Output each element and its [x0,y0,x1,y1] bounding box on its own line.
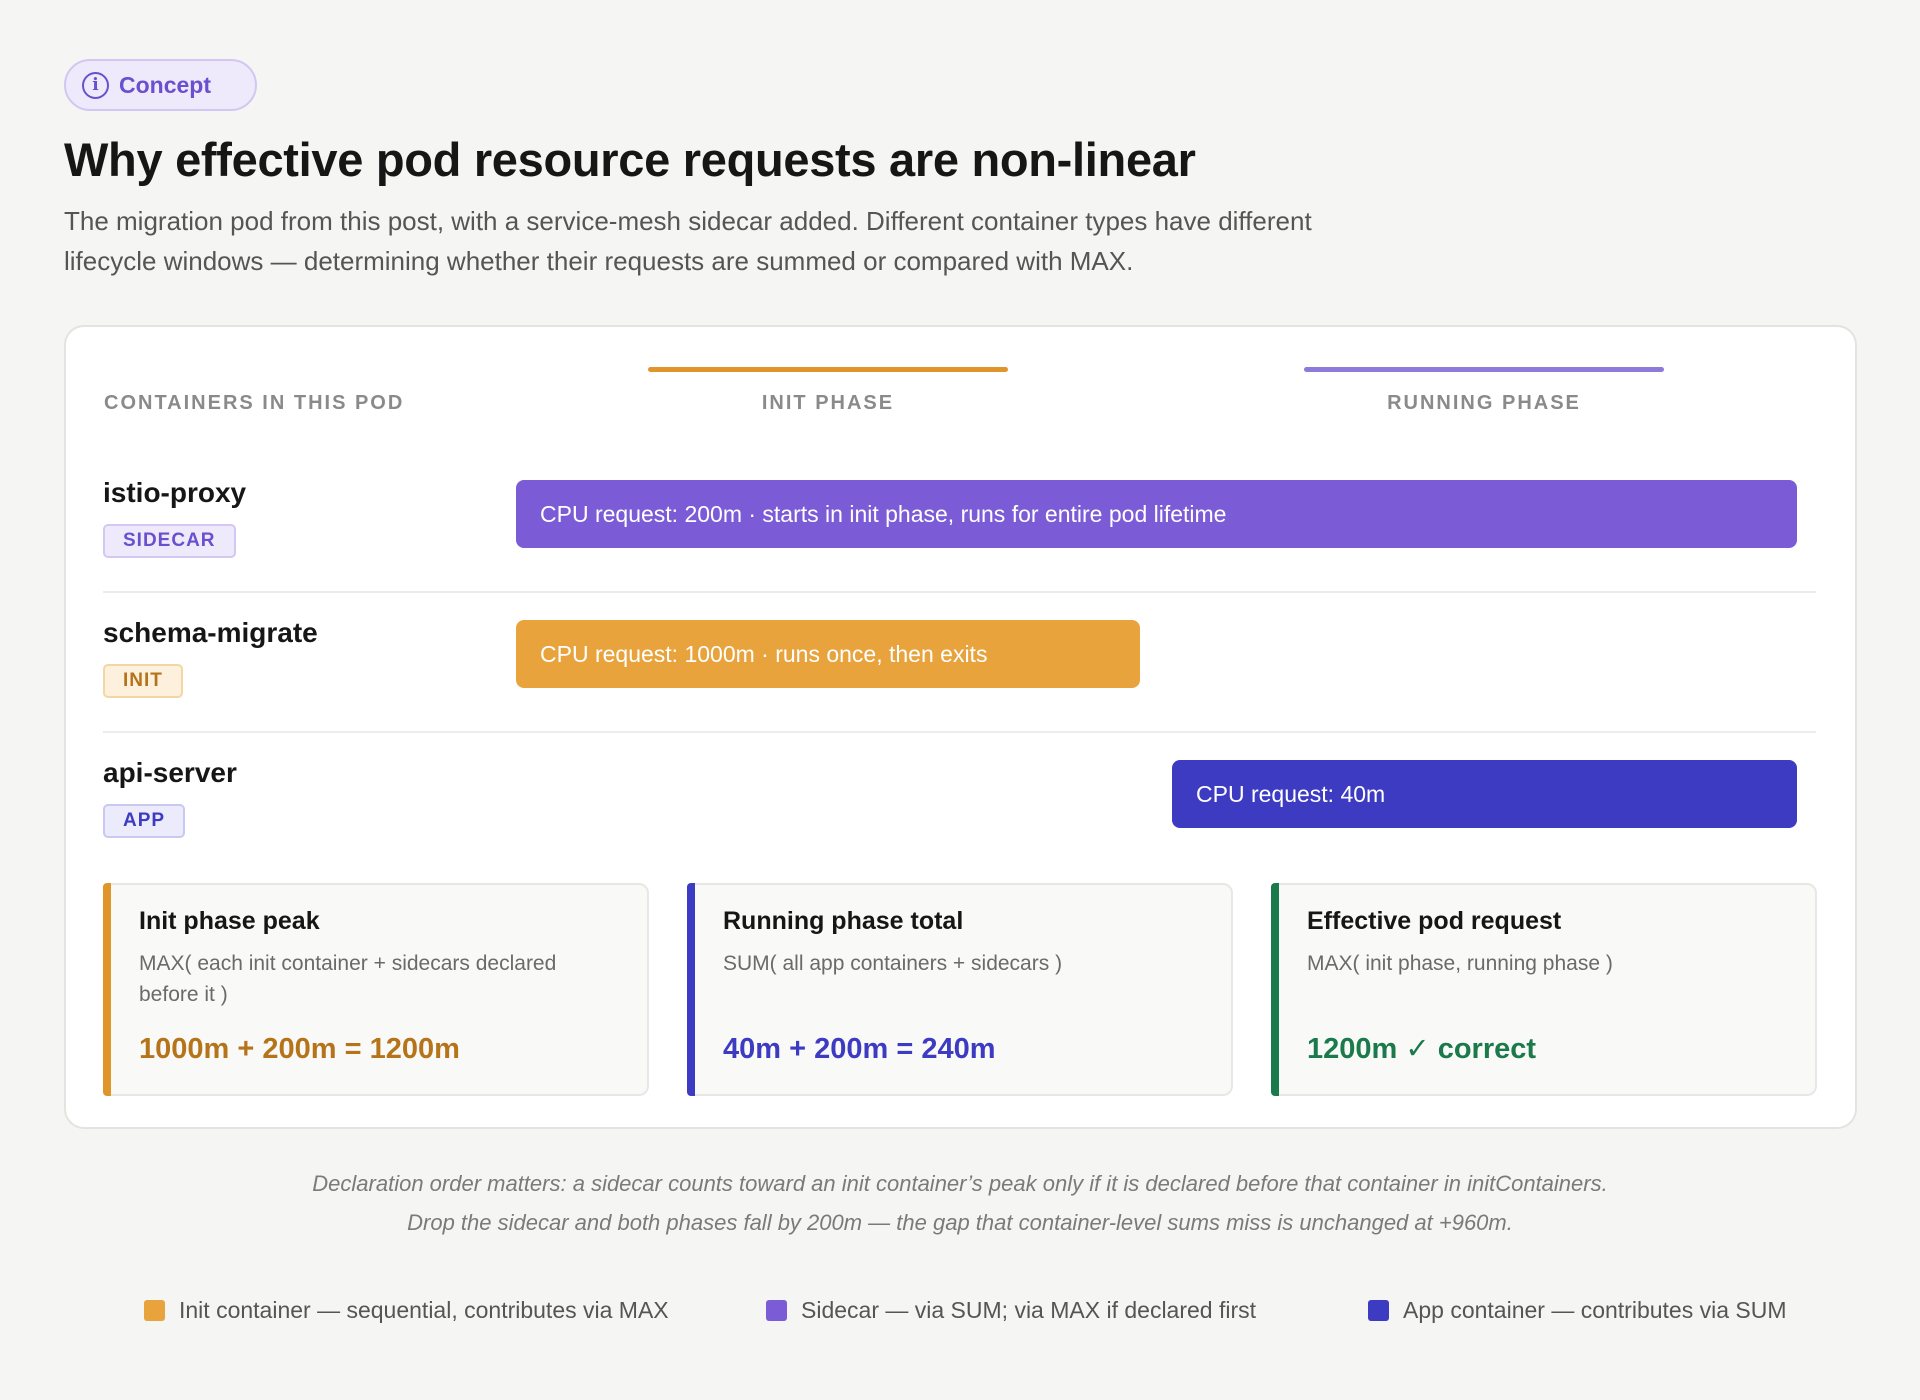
container-name: schema-migrate [103,617,318,648]
column-header-init: INIT PHASE [761,392,895,414]
calc-formula: MAX( each init container + sidecars decl… [139,952,557,1006]
running-phase-line [1304,367,1664,372]
column-header-containers: CONTAINERS IN THIS POD [104,392,405,414]
calc-formula: MAX( init phase, running phase ) [1307,952,1613,975]
legend-label: App container — contributes via SUM [1403,1297,1787,1323]
legend-sidecar: Sidecar — via SUM; via MAX if declared f… [766,1297,1256,1324]
container-name: istio-proxy [103,477,247,508]
row-divider [103,731,1816,733]
note-sidecar-gap: Drop the sidecar and both phases fall by… [407,1210,1513,1235]
container-name: api-server [103,757,237,788]
accent-stripe [1271,883,1279,1096]
calc-result: 1200m ✓ correct [1307,1033,1537,1065]
app-tag: APP [103,804,186,838]
app-swatch [1368,1300,1389,1321]
accent-stripe [103,883,111,1096]
init-phase-peak-box: Init phase peak MAX( each init container… [103,883,649,1096]
concept-badge: i Concept [64,59,257,111]
init-swatch [144,1300,165,1321]
note-declaration-order: Declaration order matters: a sidecar cou… [312,1171,1608,1196]
running-phase-total-box: Running phase total SUM( all app contain… [687,883,1233,1096]
calc-result: 40m + 200m = 240m [723,1033,996,1065]
legend-label: Init container — sequential, contributes… [179,1297,669,1323]
accent-stripe [687,883,695,1096]
calc-title: Running phase total [723,907,964,935]
calc-title: Effective pod request [1307,907,1562,935]
effective-pod-request-box: Effective pod request MAX( init phase, r… [1271,883,1817,1096]
legend-init: Init container — sequential, contributes… [144,1297,669,1324]
app-bar: CPU request: 40m [1172,760,1797,828]
legend-app: App container — contributes via SUM [1368,1297,1787,1324]
sidecar-swatch [766,1300,787,1321]
badge-label: Concept [119,71,211,98]
legend-label: Sidecar — via SUM; via MAX if declared f… [801,1297,1257,1323]
column-header-running: RUNNING PHASE [1387,392,1581,414]
page-title: Why effective pod resource requests are … [64,133,1196,186]
init-phase-line [648,367,1008,372]
calc-title: Init phase peak [139,907,320,935]
init-tag: INIT [103,664,183,698]
info-icon: i [82,71,109,99]
sidecar-bar: CPU request: 200m · starts in init phase… [516,480,1797,548]
row-divider [103,591,1816,593]
calc-formula: SUM( all app containers + sidecars ) [723,952,1063,975]
init-bar: CPU request: 1000m · runs once, then exi… [516,620,1140,688]
calc-result: 1000m + 200m = 1200m [139,1033,460,1065]
sidecar-tag: SIDECAR [103,524,236,558]
page-subtitle: The migration pod from this post, with a… [64,206,1312,276]
